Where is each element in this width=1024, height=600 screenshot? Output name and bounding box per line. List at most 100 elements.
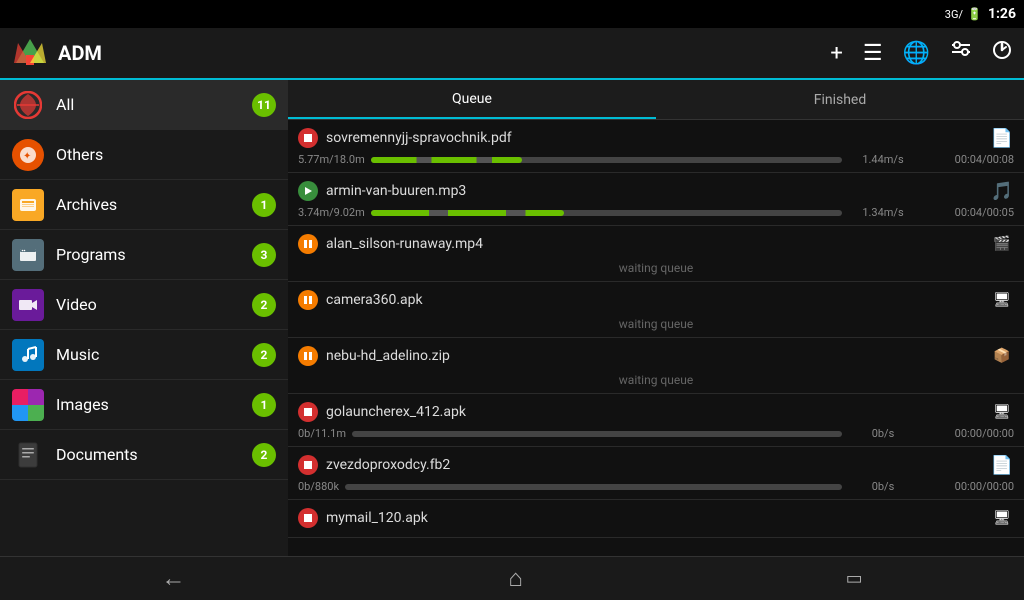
settings-button[interactable] <box>950 39 972 67</box>
app-title: ADM <box>58 41 830 65</box>
sidebar-label-others: Others <box>56 145 276 164</box>
progress-bar-container <box>345 484 842 490</box>
sidebar-item-others[interactable]: ✦ Others <box>0 130 288 180</box>
documents-icon <box>12 439 44 471</box>
time-info: 00:04/00:08 <box>924 153 1014 166</box>
sidebar-item-all[interactable]: All 11 <box>0 80 288 130</box>
sidebar-label-all: All <box>56 95 252 114</box>
sidebar-badge-music: 2 <box>252 343 276 367</box>
waiting-label: waiting queue <box>298 315 1014 333</box>
sidebar-item-documents[interactable]: Documents 2 <box>0 430 288 480</box>
file-icon-pdf: 📄 <box>990 453 1014 477</box>
tabs: Queue Finished <box>288 80 1024 120</box>
clock: 1:26 <box>988 6 1016 22</box>
sidebar-label-music: Music <box>56 345 252 364</box>
recent-button[interactable]: ▭ <box>846 568 863 589</box>
sidebar-badge-documents: 2 <box>252 443 276 467</box>
add-button[interactable]: + <box>830 41 842 66</box>
progress-size: 0b/11.1m <box>298 427 346 440</box>
time-info: 00:00/00:00 <box>924 480 1014 493</box>
sidebar-item-video[interactable]: Video 2 <box>0 280 288 330</box>
status-icon-stop[interactable] <box>298 455 318 475</box>
download-item: golauncherex_412.apk 🖥 0b/11.1m 0b/s 00:… <box>288 394 1024 447</box>
sidebar-badge-images: 1 <box>252 393 276 417</box>
programs-icon <box>12 239 44 271</box>
filename: nebu-hd_adelino.zip <box>326 348 990 364</box>
download-list: sovremennyjj-spravochnik.pdf 📄 5.77m/18.… <box>288 120 1024 556</box>
file-icon-pdf: 📄 <box>990 126 1014 150</box>
globe-button[interactable]: 🌐 <box>903 41 930 66</box>
bottom-nav: ← ⌂ ▭ <box>0 556 1024 600</box>
sidebar-item-music[interactable]: Music 2 <box>0 330 288 380</box>
sidebar: All 11 ✦ Others Archives 1 Programs 3 <box>0 80 288 556</box>
progress-bar <box>371 210 564 216</box>
home-button[interactable]: ⌂ <box>508 564 523 593</box>
download-item: alan_silson-runaway.mp4 🎬 waiting queue <box>288 226 1024 282</box>
status-icon-pause[interactable] <box>298 234 318 254</box>
status-bar: 3G/ 🔋 1:26 <box>0 0 1024 28</box>
archives-icon <box>12 189 44 221</box>
waiting-label: waiting queue <box>298 259 1014 277</box>
sidebar-label-images: Images <box>56 395 252 414</box>
signal-indicator: 3G/ <box>945 8 963 21</box>
toolbar: ADM + ☰ 🌐 <box>0 28 1024 80</box>
filename: golauncherex_412.apk <box>326 404 990 420</box>
speed: 0b/s <box>848 480 918 493</box>
main-layout: All 11 ✦ Others Archives 1 Programs 3 <box>0 80 1024 556</box>
others-icon: ✦ <box>12 139 44 171</box>
sidebar-badge-archives: 1 <box>252 193 276 217</box>
sidebar-item-images[interactable]: Images 1 <box>0 380 288 430</box>
sidebar-badge-all: 11 <box>252 93 276 117</box>
menu-button[interactable]: ☰ <box>863 41 883 66</box>
sidebar-label-programs: Programs <box>56 245 252 264</box>
file-icon-app: 🖥 <box>990 400 1014 424</box>
download-item: sovremennyjj-spravochnik.pdf 📄 5.77m/18.… <box>288 120 1024 173</box>
sidebar-label-documents: Documents <box>56 445 252 464</box>
waiting-label: waiting queue <box>298 371 1014 389</box>
download-item: mymail_120.apk 🖥 <box>288 500 1024 538</box>
file-icon-app: 🖥 <box>990 506 1014 530</box>
video-icon <box>12 289 44 321</box>
tab-finished[interactable]: Finished <box>656 80 1024 119</box>
music-icon <box>12 339 44 371</box>
download-item: nebu-hd_adelino.zip 📦 waiting queue <box>288 338 1024 394</box>
filename: alan_silson-runaway.mp4 <box>326 236 990 252</box>
file-icon-app: 🖥 <box>990 288 1014 312</box>
status-icon-stop[interactable] <box>298 402 318 422</box>
battery-icon: 🔋 <box>967 7 982 21</box>
filename: sovremennyjj-spravochnik.pdf <box>326 130 990 146</box>
progress-size: 5.77m/18.0m <box>298 153 365 166</box>
sidebar-badge-video: 2 <box>252 293 276 317</box>
app-logo <box>12 35 48 71</box>
sidebar-badge-programs: 3 <box>252 243 276 267</box>
sidebar-item-programs[interactable]: Programs 3 <box>0 230 288 280</box>
speed: 0b/s <box>848 427 918 440</box>
filename: zvezdoproxodcy.fb2 <box>326 457 990 473</box>
progress-size: 0b/880k <box>298 480 339 493</box>
time-info: 00:04/00:05 <box>924 206 1014 219</box>
sidebar-item-archives[interactable]: Archives 1 <box>0 180 288 230</box>
svg-text:✦: ✦ <box>23 151 31 162</box>
filename: camera360.apk <box>326 292 990 308</box>
status-icon-stop[interactable] <box>298 508 318 528</box>
power-button[interactable] <box>992 40 1012 66</box>
speed: 1.34m/s <box>848 206 918 219</box>
download-item: zvezdoproxodcy.fb2 📄 0b/880k 0b/s 00:00/… <box>288 447 1024 500</box>
tab-queue[interactable]: Queue <box>288 80 656 119</box>
filename: mymail_120.apk <box>326 510 990 526</box>
download-item: armin-van-buuren.mp3 🎵 3.74m/9.02m 1.34m… <box>288 173 1024 226</box>
content-area: Queue Finished sovremennyjj-spravochnik.… <box>288 80 1024 556</box>
toolbar-actions: + ☰ 🌐 <box>830 39 1012 67</box>
back-button[interactable]: ← <box>161 564 185 593</box>
status-icon-stop[interactable] <box>298 128 318 148</box>
progress-bar-container <box>371 157 842 163</box>
progress-bar <box>371 157 522 163</box>
status-icon-play[interactable] <box>298 181 318 201</box>
status-icon-pause[interactable] <box>298 346 318 366</box>
images-icon <box>12 389 44 421</box>
progress-size: 3.74m/9.02m <box>298 206 365 219</box>
progress-bar-container <box>352 431 842 437</box>
file-icon-zip: 📦 <box>990 344 1014 368</box>
progress-bar-container <box>371 210 842 216</box>
status-icon-pause[interactable] <box>298 290 318 310</box>
